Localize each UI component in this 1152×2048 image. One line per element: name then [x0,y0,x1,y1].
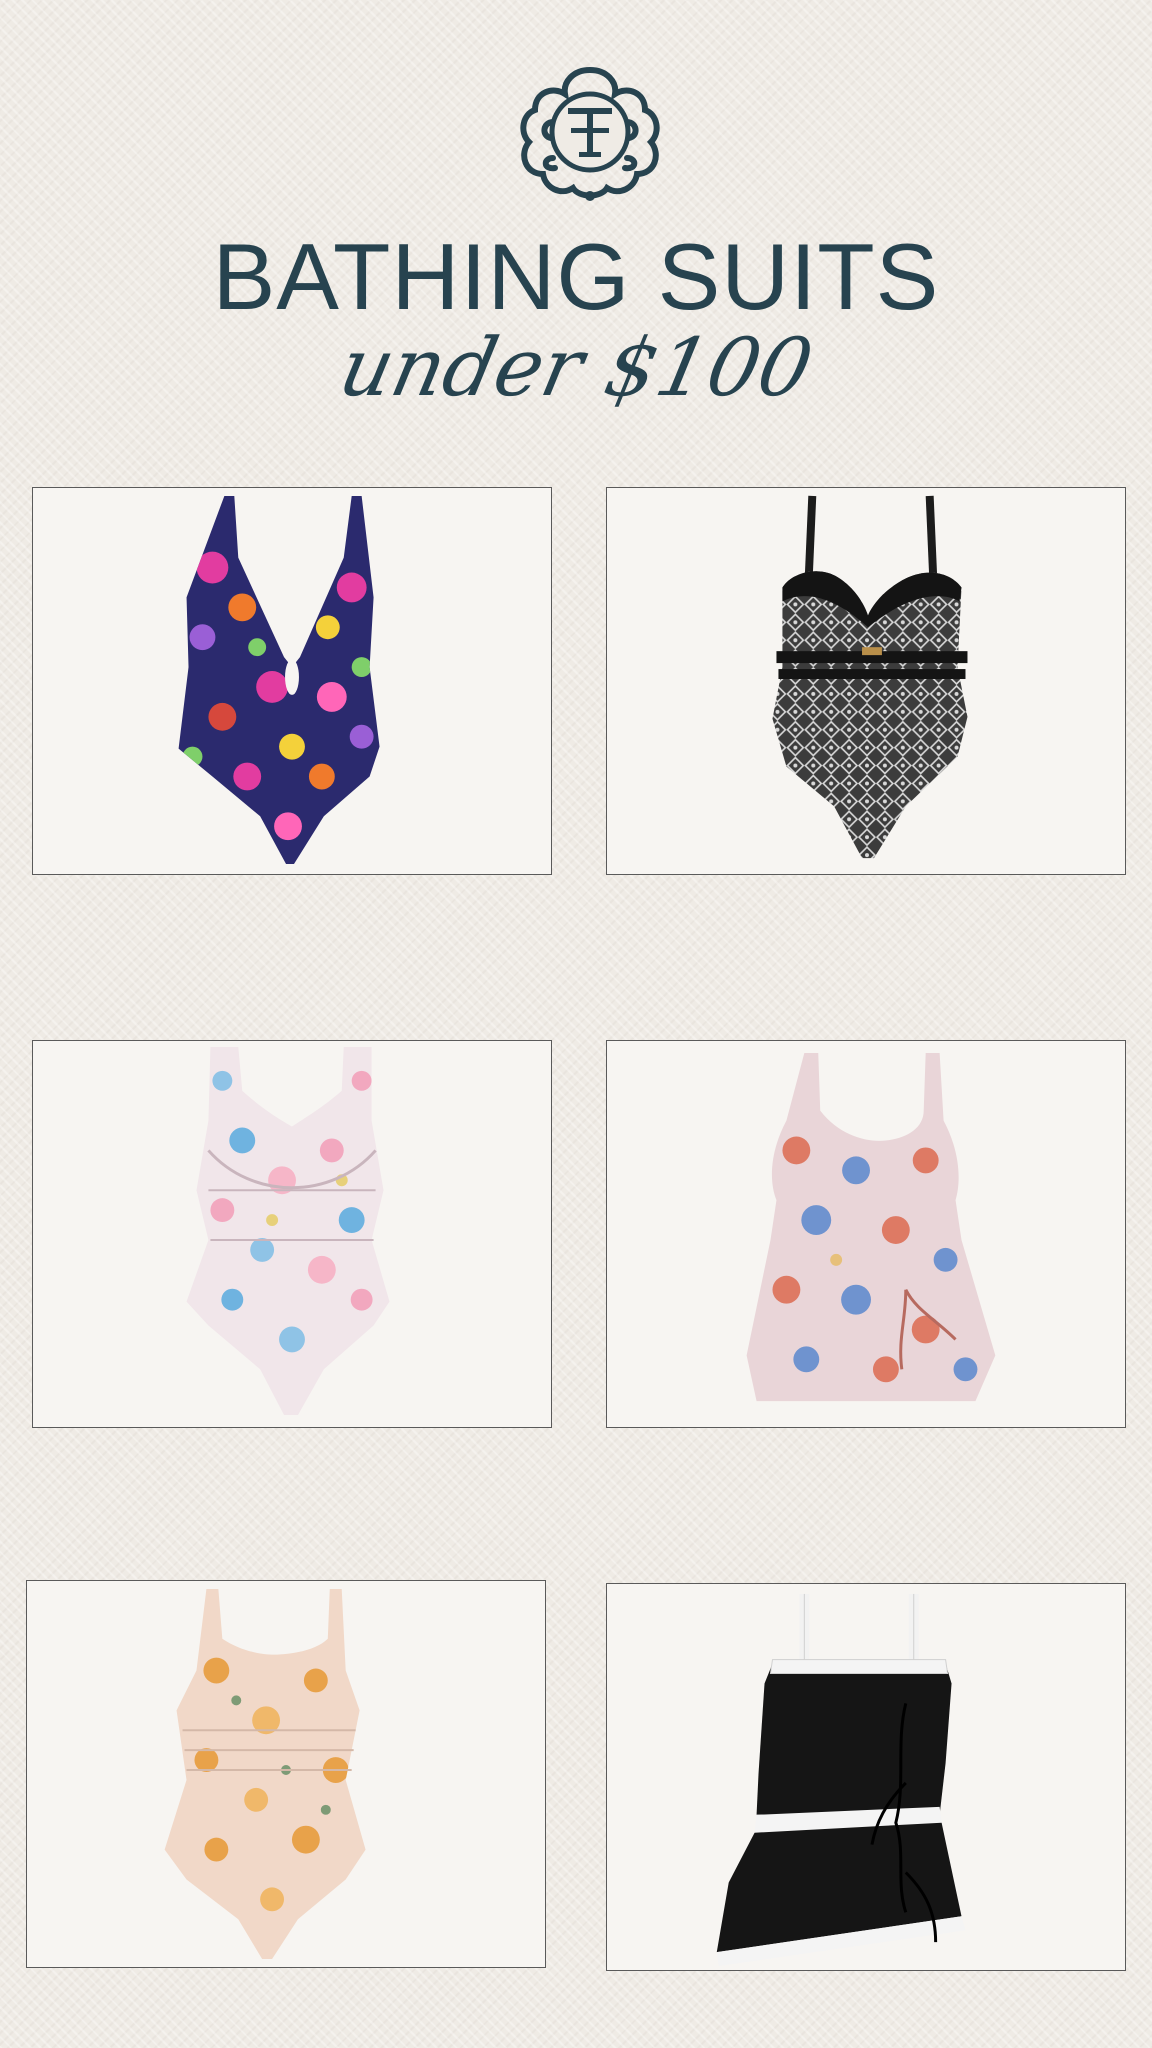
swimsuit-image [186,1046,390,1416]
page-title: BATHING SUITS [212,224,940,329]
product-card-floral-plunge[interactable] [32,487,552,875]
swimsuit-image [772,495,968,859]
page-subtitle: under $100 [331,321,821,414]
swimsuit-image [746,1052,996,1402]
product-card-floral-swimdress[interactable] [606,1040,1126,1428]
product-card-peach-floral[interactable] [26,1580,546,1968]
product-card-black-white-swimdress[interactable] [606,1583,1126,1971]
product-card-black-geometric[interactable] [606,487,1126,875]
brand-logo [513,62,667,202]
product-card-blue-pink-floral[interactable] [32,1040,552,1428]
swimsuit-image [716,1593,966,1967]
swimsuit-image [164,1588,366,1960]
swimsuit-image [178,495,380,865]
